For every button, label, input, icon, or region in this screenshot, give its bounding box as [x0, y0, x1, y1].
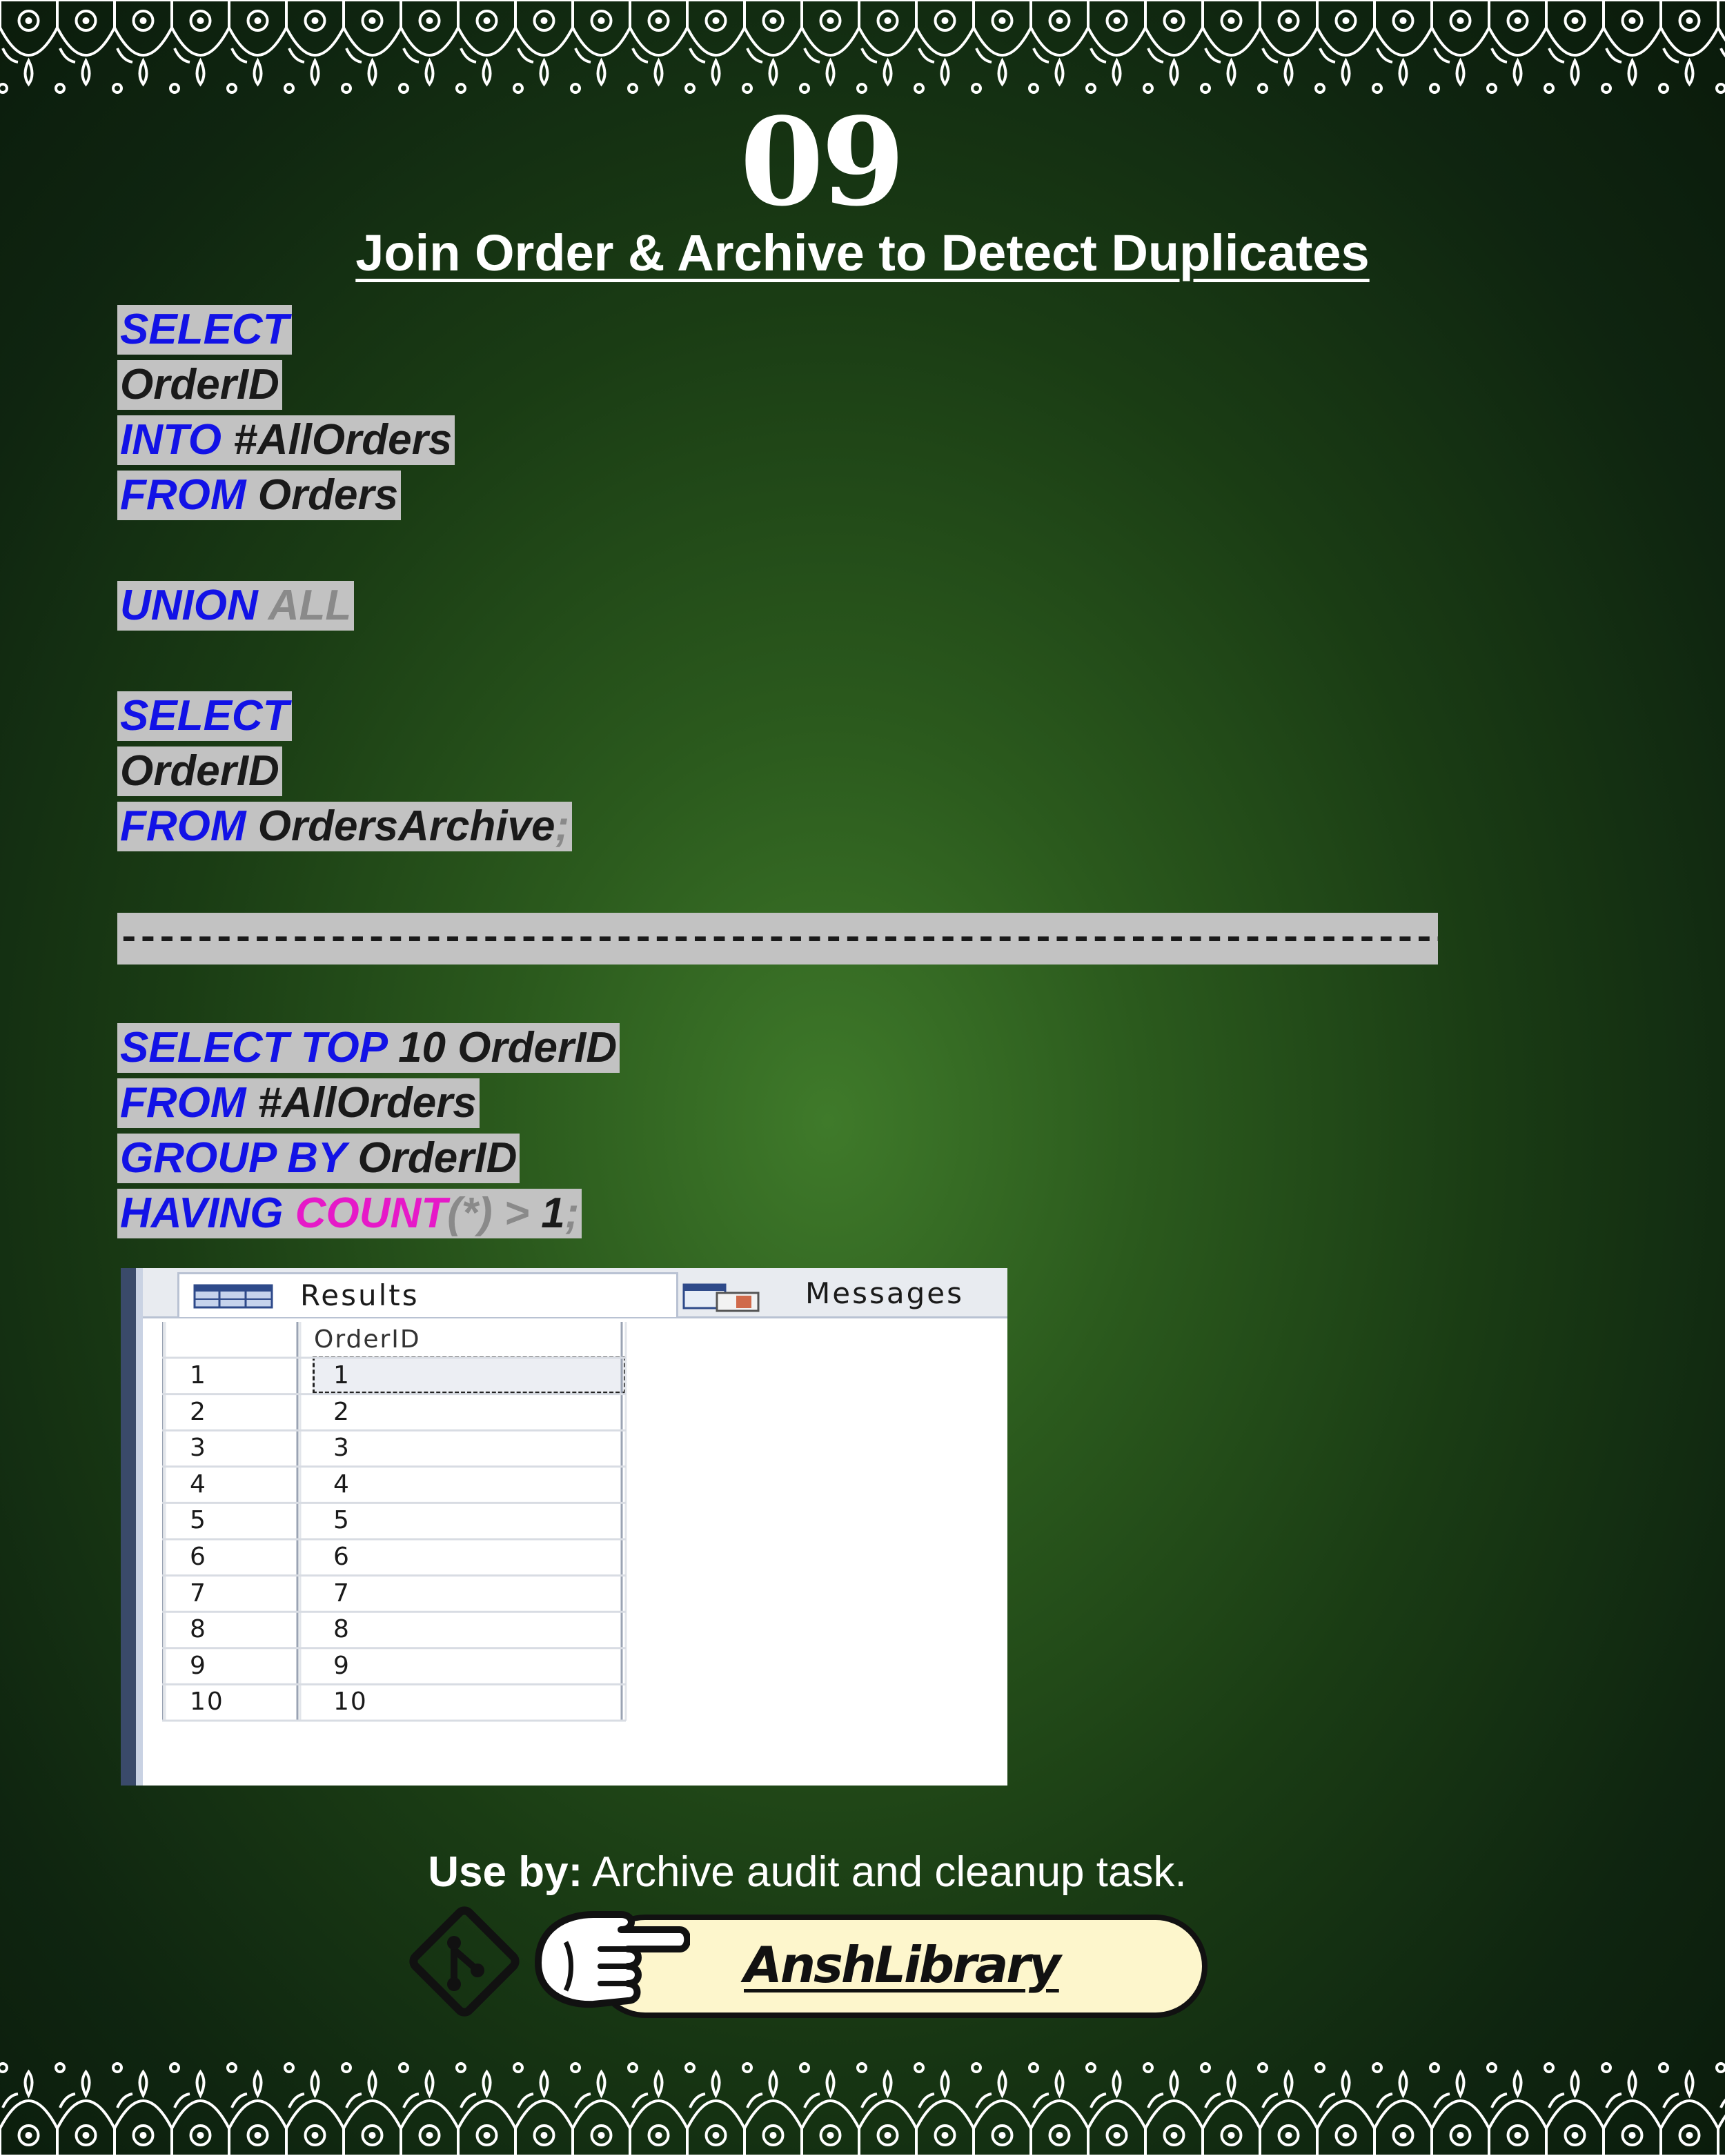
row-number-cell[interactable]: 2: [190, 1394, 207, 1430]
panel-sidebar: [121, 1268, 136, 1786]
use-by-label: Use by:: [428, 1848, 583, 1896]
row-number-cell[interactable]: 8: [190, 1612, 207, 1648]
messages-icon: [682, 1283, 760, 1312]
code-line: SELECT: [117, 691, 292, 741]
results-grid-lines: [162, 1322, 627, 1722]
orderid-cell[interactable]: 3: [333, 1430, 351, 1466]
sql-modifier: ALL: [257, 582, 352, 629]
orderid-cell[interactable]: 5: [333, 1503, 351, 1539]
sql-keyword: HAVING: [120, 1189, 295, 1237]
code-line: OrderID: [117, 360, 282, 410]
code-line: FROM OrdersArchive;: [117, 802, 573, 851]
sql-keyword: INTO: [120, 416, 221, 464]
code-line: GROUP BY OrderID: [117, 1134, 520, 1183]
sql-operator: (*) >: [447, 1189, 542, 1237]
code-line: FROM Orders: [117, 471, 402, 520]
orderid-cell[interactable]: 6: [333, 1539, 351, 1575]
brand-name[interactable]: AnshLibrary: [744, 1927, 1089, 2003]
sql-terminator: ;: [564, 1189, 580, 1237]
sql-function: COUNT: [295, 1189, 448, 1237]
code-line: OrderID: [117, 746, 282, 796]
row-number-cell[interactable]: 9: [190, 1648, 207, 1684]
sql-identifier: 10 OrderID: [386, 1024, 618, 1071]
sql-identifier: OrdersArchive: [246, 802, 555, 850]
sql-identifier: #AllOrders: [246, 1079, 477, 1127]
sql-identifier: Orders: [246, 471, 399, 519]
sql-keyword: UNION: [120, 582, 258, 629]
sql-identifier: OrderID: [120, 361, 279, 408]
bottom-ornament-border: [0, 2062, 1725, 2156]
tab-results-label: Results: [300, 1278, 420, 1312]
separator-line: ----------------------------------------…: [117, 913, 1438, 965]
sql-identifier: #AllOrders: [221, 416, 453, 464]
row-number-cell[interactable]: 7: [190, 1576, 207, 1612]
row-number-cell[interactable]: 10: [190, 1684, 224, 1720]
sql-keyword: FROM: [120, 1079, 246, 1127]
orderid-cell[interactable]: 2: [333, 1394, 351, 1430]
sql-keyword: GROUP BY: [120, 1134, 346, 1182]
code-line: FROM #AllOrders: [117, 1078, 480, 1128]
sql-identifier: OrderID: [346, 1134, 518, 1182]
pointing-hand-icon: [535, 1911, 690, 2008]
page-title: Join Order & Archive to Detect Duplicate…: [355, 224, 1370, 281]
column-header-orderid[interactable]: OrderID: [314, 1322, 421, 1358]
use-by-description: Archive audit and cleanup task.: [582, 1848, 1187, 1896]
results-panel: Results Messages OrderID 112233445566778…: [121, 1268, 1007, 1786]
results-tab-bar: Results Messages: [143, 1268, 1007, 1318]
sql-identifier: OrderID: [120, 747, 279, 795]
use-by-text: Use by: Archive audit and cleanup task.: [0, 1848, 1615, 1897]
orderid-cell[interactable]: 1: [333, 1358, 351, 1394]
orderid-cell[interactable]: 9: [333, 1648, 351, 1684]
panel-sidebar-edge: [136, 1268, 143, 1786]
sql-keyword: SELECT: [120, 306, 289, 353]
row-number-cell[interactable]: 5: [190, 1503, 207, 1539]
grid-icon: [193, 1284, 273, 1309]
tab-messages[interactable]: Messages: [681, 1272, 1005, 1315]
orderid-cell[interactable]: 10: [333, 1684, 368, 1720]
code-line: HAVING COUNT(*) > 1;: [117, 1189, 582, 1238]
tab-results[interactable]: Results: [177, 1272, 678, 1317]
orderid-cell[interactable]: 7: [333, 1576, 351, 1612]
tab-messages-label: Messages: [805, 1276, 964, 1310]
sql-terminator: ;: [555, 802, 570, 850]
sql-keyword: FROM: [120, 802, 246, 850]
code-line: SELECT: [117, 305, 292, 355]
orderid-cell[interactable]: 8: [333, 1612, 351, 1648]
sql-keyword: FROM: [120, 471, 246, 519]
row-number-cell[interactable]: 4: [190, 1467, 207, 1503]
git-icon: [409, 1906, 520, 2017]
code-line: SELECT TOP 10 OrderID: [117, 1023, 620, 1073]
orderid-cell[interactable]: 4: [333, 1467, 351, 1503]
code-line: UNION ALL: [117, 581, 355, 631]
row-number-cell[interactable]: 3: [190, 1430, 207, 1466]
sql-keyword: SELECT TOP: [120, 1024, 386, 1071]
sql-keyword: SELECT: [120, 692, 289, 740]
code-line: INTO #AllOrders: [117, 415, 455, 465]
row-number-cell[interactable]: 6: [190, 1539, 207, 1575]
sql-literal: 1: [541, 1189, 565, 1237]
page-number: 09: [740, 92, 905, 233]
row-number-cell[interactable]: 1: [190, 1358, 207, 1394]
